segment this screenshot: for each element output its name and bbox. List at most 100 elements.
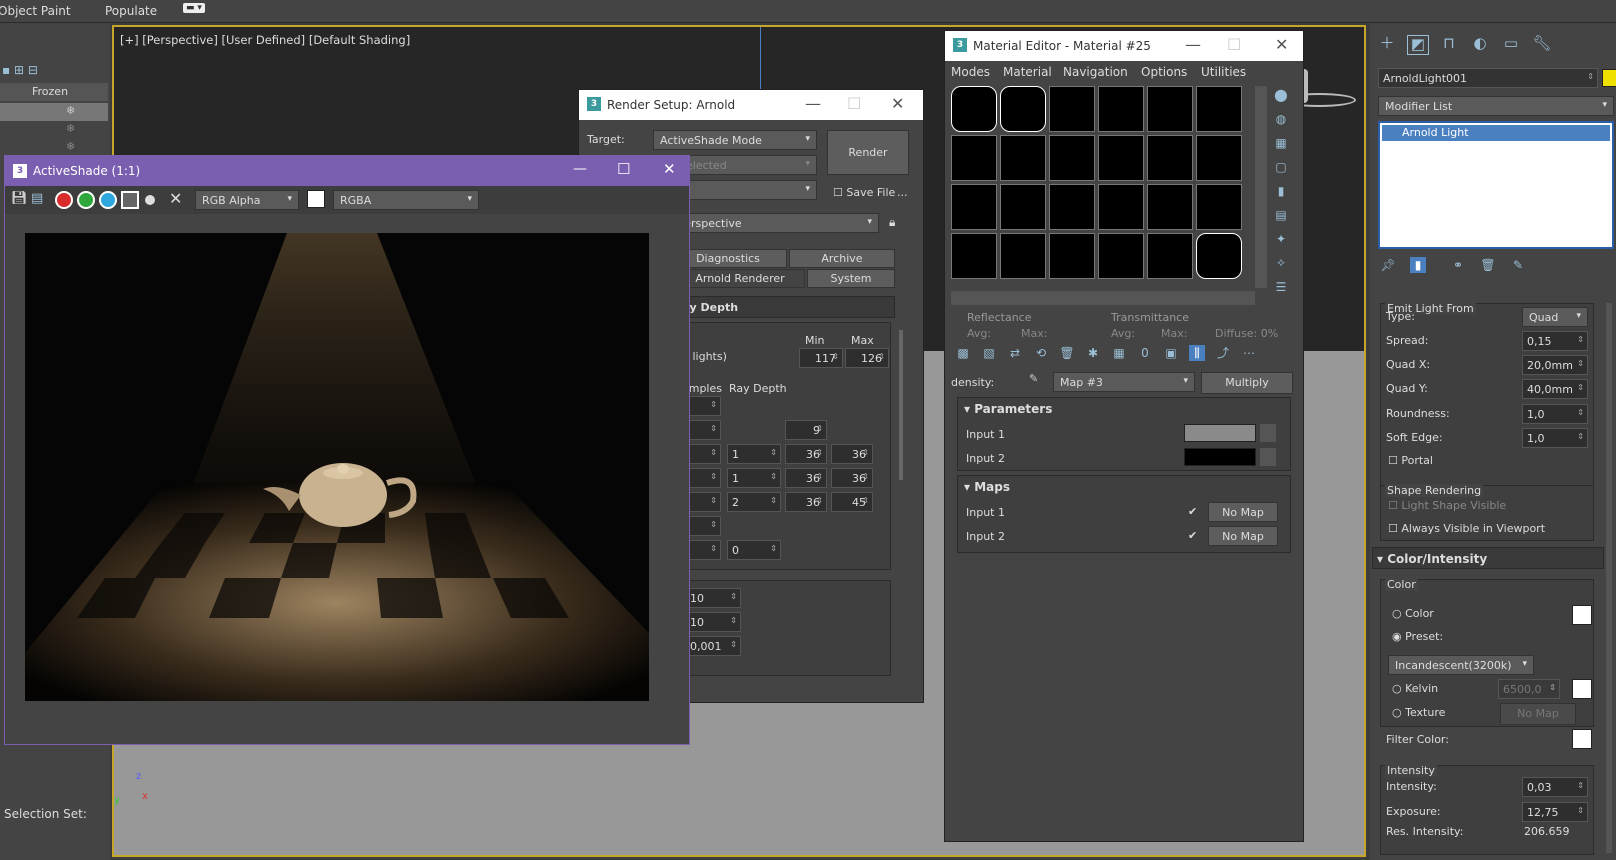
ray-depth-spinner[interactable]: 1 bbox=[727, 444, 781, 464]
utilities-tab-icon[interactable]: 🔧︎ bbox=[1531, 35, 1553, 55]
render-button[interactable]: Render bbox=[827, 130, 909, 175]
delete-icon[interactable]: 🗑︎ bbox=[1059, 345, 1075, 361]
menu-navigation[interactable]: Navigation bbox=[1063, 65, 1128, 79]
material-slot[interactable] bbox=[1049, 135, 1095, 181]
material-editor-titlebar[interactable]: 3 Material Editor - Material #25 — ☐ ✕ bbox=[945, 31, 1303, 61]
texture-map-button[interactable]: No Map bbox=[1500, 703, 1576, 725]
lower-spinner[interactable]: 10 bbox=[685, 588, 741, 608]
spread-spinner[interactable]: 0,15 bbox=[1522, 331, 1588, 351]
menu-modes[interactable]: Modes bbox=[951, 65, 990, 79]
map-type-button[interactable]: Multiply bbox=[1201, 372, 1293, 394]
map-input1-button[interactable]: No Map bbox=[1208, 502, 1278, 522]
command-panel-scrollbar[interactable] bbox=[1606, 303, 1612, 853]
snowflake-icon[interactable]: ❄ bbox=[66, 140, 75, 153]
lower-spinner[interactable]: 0,001 bbox=[685, 636, 741, 656]
save-icon[interactable]: 💾︎ bbox=[11, 191, 28, 206]
material-slot[interactable] bbox=[1196, 86, 1242, 132]
color-radio[interactable]: ○ Color bbox=[1392, 607, 1434, 620]
material-slot[interactable] bbox=[1147, 184, 1193, 230]
explorer-toolbar-icons[interactable]: ▪ ⊞ ⊟ bbox=[2, 63, 38, 77]
material-slot[interactable] bbox=[951, 233, 997, 279]
tab-arnold-renderer[interactable]: Arnold Renderer bbox=[675, 269, 805, 288]
map-input2-checkbox[interactable]: ✔ bbox=[1188, 529, 1197, 542]
map-name-dropdown[interactable]: Map #3 bbox=[1053, 372, 1195, 392]
material-slot[interactable] bbox=[1196, 233, 1242, 279]
material-slot[interactable] bbox=[1098, 233, 1144, 279]
map-input1-checkbox[interactable]: ✔ bbox=[1188, 505, 1197, 518]
material-slot[interactable] bbox=[1147, 233, 1193, 279]
ray-depth-spinner[interactable]: 0 bbox=[727, 540, 781, 560]
modifier-list-dropdown[interactable]: Modifier List bbox=[1378, 96, 1614, 116]
background-icon[interactable]: ▦ bbox=[1273, 135, 1289, 151]
minimize-icon[interactable]: — bbox=[805, 94, 821, 113]
material-slot[interactable] bbox=[1000, 233, 1046, 279]
minimize-icon[interactable]: — bbox=[573, 161, 587, 177]
backlight-icon[interactable]: ◍ bbox=[1273, 111, 1289, 127]
quady-spinner[interactable]: 40,0mm bbox=[1522, 379, 1588, 399]
green-channel-icon[interactable] bbox=[77, 191, 95, 209]
parameters-header[interactable]: ▾ Parameters bbox=[964, 402, 1052, 416]
material-slot[interactable] bbox=[1098, 135, 1144, 181]
clear-icon[interactable]: ✕ bbox=[169, 189, 182, 208]
slots-hscrollbar[interactable] bbox=[951, 291, 1255, 305]
monochrome-icon[interactable] bbox=[145, 195, 155, 205]
kelvin-swatch[interactable] bbox=[1572, 679, 1592, 699]
display-mode-dropdown[interactable]: RGBA bbox=[333, 190, 479, 210]
show-end-result-icon[interactable]: ⫼ bbox=[1189, 345, 1205, 361]
go-forward-icon[interactable]: ⋯ bbox=[1241, 345, 1257, 361]
exposure-spinner[interactable]: 12,75 bbox=[1522, 802, 1588, 822]
tab-system[interactable]: System bbox=[807, 269, 895, 288]
snowflake-icon[interactable]: ❄ bbox=[66, 104, 75, 117]
color-swatch[interactable] bbox=[1572, 605, 1592, 625]
red-channel-icon[interactable] bbox=[55, 191, 73, 209]
minimize-icon[interactable]: — bbox=[1185, 35, 1201, 54]
material-slot[interactable] bbox=[1049, 233, 1095, 279]
color-intensity-header[interactable]: ▾ Color/Intensity bbox=[1372, 547, 1604, 569]
motion-tab-icon[interactable]: ◐ bbox=[1469, 35, 1491, 55]
quadx-spinner[interactable]: 20,0mm bbox=[1522, 355, 1588, 375]
material-id-icon[interactable]: 0 bbox=[1137, 345, 1153, 361]
always-visible-checkbox[interactable]: ☐ Always Visible in Viewport bbox=[1388, 522, 1545, 535]
make-unique-icon[interactable]: ⚭ bbox=[1450, 257, 1466, 273]
slots-scrollbar[interactable] bbox=[1255, 86, 1267, 288]
tab-archive[interactable]: Archive bbox=[789, 249, 895, 268]
activeshade-titlebar[interactable]: 3 ActiveShade (1:1) — ☐ ✕ bbox=[5, 156, 689, 186]
filter-color-swatch[interactable] bbox=[1572, 729, 1592, 749]
intensity-spinner[interactable]: 0,03 bbox=[1522, 777, 1588, 797]
input2-map-button[interactable] bbox=[1260, 448, 1276, 466]
put-to-scene-icon[interactable]: ▧ bbox=[981, 345, 997, 361]
sample-uv-icon[interactable]: ▢ bbox=[1273, 159, 1289, 175]
material-slot[interactable] bbox=[1000, 135, 1046, 181]
background-color-swatch[interactable] bbox=[307, 190, 325, 208]
modify-tab-icon[interactable]: ◩ bbox=[1407, 35, 1429, 55]
material-slot[interactable] bbox=[1000, 184, 1046, 230]
kelvin-radio[interactable]: ○ Kelvin bbox=[1392, 682, 1438, 695]
material-slot[interactable] bbox=[1196, 135, 1242, 181]
menu-object-paint[interactable]: Object Paint bbox=[0, 4, 71, 18]
object-color-swatch[interactable] bbox=[1602, 69, 1616, 87]
material-slot[interactable] bbox=[1098, 86, 1144, 132]
input1-color-swatch[interactable] bbox=[1184, 424, 1256, 442]
render-setup-titlebar[interactable]: 3 Render Setup: Arnold — ☐ ✕ bbox=[579, 90, 923, 120]
input2-color-swatch[interactable] bbox=[1184, 448, 1256, 466]
scrollbar[interactable] bbox=[899, 330, 903, 480]
input1-map-button[interactable] bbox=[1260, 424, 1276, 442]
show-map-icon[interactable]: ▣ bbox=[1163, 345, 1179, 361]
maximize-icon[interactable]: ☐ bbox=[1227, 35, 1241, 54]
save-file-checkbox[interactable]: ☐ Save File bbox=[833, 186, 895, 199]
blue-channel-icon[interactable] bbox=[99, 191, 117, 209]
sample-type-icon[interactable]: ⬤ bbox=[1273, 87, 1289, 103]
chat-icon[interactable]: ▬ ▾ bbox=[183, 3, 205, 13]
kelvin-spinner[interactable]: 6500,0 bbox=[1498, 679, 1560, 699]
video-check-icon[interactable]: ▮ bbox=[1273, 183, 1289, 199]
light-shape-visible-checkbox[interactable]: ☐ Light Shape Visible bbox=[1388, 499, 1506, 512]
texture-radio[interactable]: ○ Texture bbox=[1392, 706, 1445, 719]
reset-map-icon[interactable]: ⟲ bbox=[1033, 345, 1049, 361]
lock-icon[interactable]: 🔒︎ bbox=[889, 215, 895, 230]
ray-depth-spinner[interactable]: 1 bbox=[727, 468, 781, 488]
roundness-spinner[interactable]: 1,0 bbox=[1522, 404, 1588, 424]
select-by-material-icon[interactable]: ✧ bbox=[1273, 255, 1289, 271]
material-slot[interactable] bbox=[951, 184, 997, 230]
maximize-icon[interactable]: ☐ bbox=[847, 94, 861, 113]
target-dropdown[interactable]: ActiveShade Mode bbox=[653, 130, 817, 150]
